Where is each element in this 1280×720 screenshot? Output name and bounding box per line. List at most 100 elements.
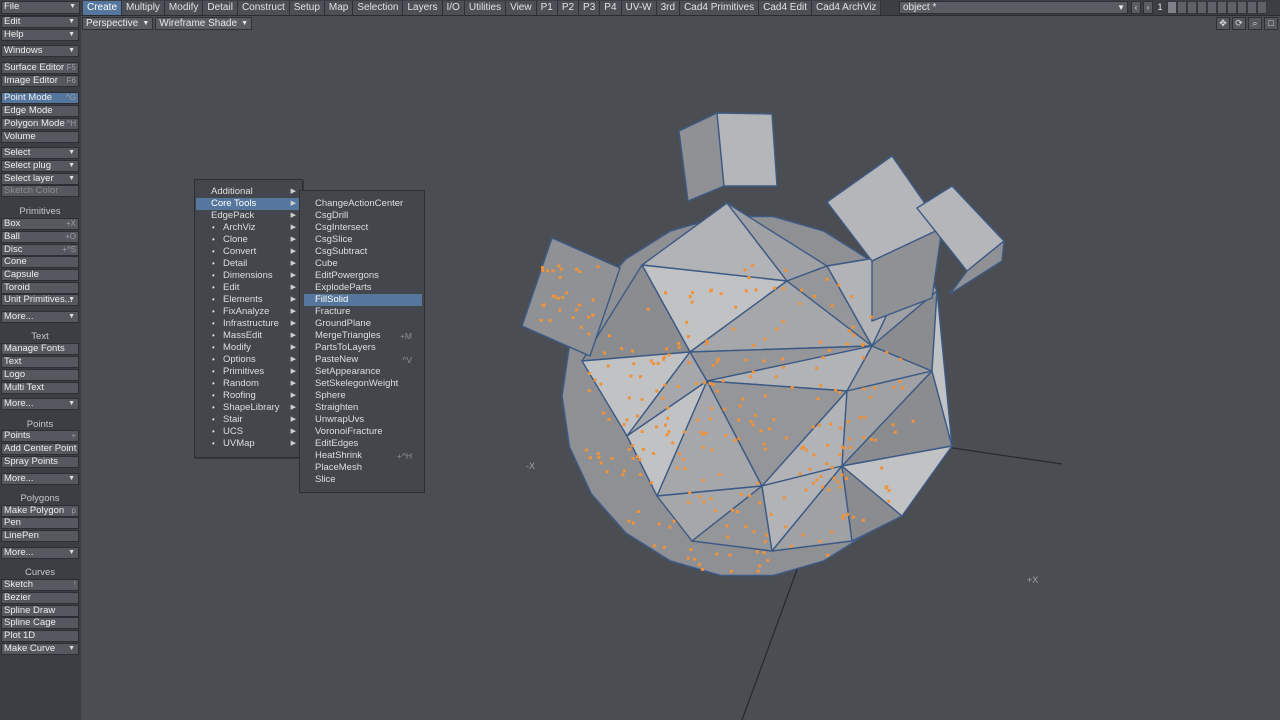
spray-points-button[interactable]: Spray Points [1, 456, 79, 468]
tab-p3[interactable]: P3 [579, 1, 601, 15]
menu-item-uvmap[interactable]: • UVMap ▶ [196, 438, 301, 450]
tab-cad4-archviz[interactable]: Cad4 ArchViz [812, 1, 882, 15]
file-menu-button[interactable]: File ▼ [1, 1, 80, 14]
tab-construct[interactable]: Construct [237, 1, 290, 15]
menu-item-roofing[interactable]: • Roofing ▶ [196, 390, 301, 402]
logo-button[interactable]: Logo [1, 369, 79, 381]
multi-text-button[interactable]: Multi Text [1, 382, 79, 394]
menu-item-modify[interactable]: • Modify ▶ [196, 342, 301, 354]
layer-slot[interactable] [1187, 1, 1197, 14]
menu-item-elements[interactable]: • Elements ▶ [196, 294, 301, 306]
volume-button[interactable]: Volume [1, 131, 79, 143]
menu-item-setappearance[interactable]: SetAppearance [304, 366, 422, 378]
menu-item-groundplane[interactable]: GroundPlane [304, 318, 422, 330]
add-center-point-button[interactable]: Add Center Point [1, 443, 79, 455]
menu-item-csgintersect[interactable]: CsgIntersect [304, 222, 422, 234]
unit-primitives-button[interactable]: Unit Primitives... ▼ [1, 294, 79, 306]
menu-item-straighten[interactable]: Straighten [304, 402, 422, 414]
menu-item-additional[interactable]: Additional ▶ [196, 186, 301, 198]
layer-slot[interactable] [1257, 1, 1267, 14]
menu-item-fillsolid[interactable]: FillSolid [304, 294, 422, 306]
tab-3rd[interactable]: 3rd [656, 1, 681, 15]
layer-slot[interactable] [1177, 1, 1187, 14]
tab-i-o[interactable]: I/O [442, 1, 465, 15]
menu-item-stair[interactable]: • Stair ▶ [196, 414, 301, 426]
manage-fonts-button[interactable]: Manage Fonts [1, 343, 79, 355]
make-curve-button[interactable]: Make Curve ▼ [1, 643, 79, 655]
ball-button[interactable]: Ball +O [1, 231, 79, 243]
menu-item-slice[interactable]: Slice [304, 474, 422, 486]
text-button[interactable]: Text [1, 356, 79, 368]
tab-p1[interactable]: P1 [536, 1, 558, 15]
windows-button[interactable]: Windows ▼ [1, 45, 79, 57]
linepen-button[interactable]: LinePen [1, 530, 79, 542]
points-button[interactable]: Points + [1, 430, 79, 442]
tab-detail[interactable]: Detail [203, 1, 238, 15]
layer-slot[interactable] [1197, 1, 1207, 14]
bezier-button[interactable]: Bezier [1, 592, 79, 604]
maximize-view-icon[interactable]: □ [1264, 17, 1278, 30]
menu-item-ucs[interactable]: • UCS ▶ [196, 426, 301, 438]
more-button[interactable]: More... ▼ [1, 473, 79, 485]
more-button[interactable]: More... ▼ [1, 311, 79, 323]
zoom-view-icon[interactable]: ⌕ [1248, 17, 1262, 30]
layer-slot[interactable] [1237, 1, 1247, 14]
sketch-button[interactable]: Sketch! [1, 579, 79, 591]
menu-item-random[interactable]: • Random ▶ [196, 378, 301, 390]
tab-map[interactable]: Map [324, 1, 354, 15]
select-plug-button[interactable]: Select plug ▼ [1, 160, 79, 172]
menu-item-csgsubtract[interactable]: CsgSubtract [304, 246, 422, 258]
menu-item-heatshrink[interactable]: HeatShrink +^H [304, 450, 422, 462]
layer-slot[interactable] [1227, 1, 1237, 14]
tab-modify[interactable]: Modify [164, 1, 204, 15]
tab-setup[interactable]: Setup [289, 1, 325, 15]
tab-selection[interactable]: Selection [353, 1, 404, 15]
pen-button[interactable]: Pen [1, 517, 79, 529]
object-layer-select[interactable]: object * ▼ [899, 1, 1128, 14]
menu-item-csgslice[interactable]: CsgSlice [304, 234, 422, 246]
shading-mode-select[interactable]: Wireframe Shade ▼ [155, 17, 253, 30]
more-button[interactable]: More... ▼ [1, 398, 79, 410]
tab-p2[interactable]: P2 [557, 1, 580, 15]
tab-uv-w[interactable]: UV-W [621, 1, 657, 15]
menu-item-cube[interactable]: Cube [304, 258, 422, 270]
disc-button[interactable]: Disc +^S [1, 244, 79, 256]
tab-cad4-primitives[interactable]: Cad4 Primitives [680, 1, 760, 15]
menu-item-fracture[interactable]: Fracture [304, 306, 422, 318]
menu-item-changeactioncenter[interactable]: ChangeActionCenter [304, 198, 422, 210]
toroid-button[interactable]: Toroid [1, 282, 79, 294]
tab-p4[interactable]: P4 [600, 1, 622, 15]
layer-slot[interactable] [1247, 1, 1257, 14]
tab-multiply[interactable]: Multiply [122, 1, 165, 15]
spline-cage-button[interactable]: Spline Cage [1, 617, 79, 629]
rotate-view-icon[interactable]: ⟳ [1232, 17, 1246, 30]
menu-item-archviz[interactable]: • ArchViz ▶ [196, 222, 301, 234]
layer-slot[interactable] [1167, 1, 1177, 14]
menu-item-csgdrill[interactable]: CsgDrill [304, 210, 422, 222]
capsule-button[interactable]: Capsule [1, 269, 79, 281]
menu-item-massedit[interactable]: • MassEdit ▶ [196, 330, 301, 342]
menu-item-fixanalyze[interactable]: • FixAnalyze ▶ [196, 306, 301, 318]
menu-item-shapelibrary[interactable]: • ShapeLibrary ▶ [196, 402, 301, 414]
layer-slot[interactable] [1207, 1, 1217, 14]
menu-item-explodeparts[interactable]: ExplodeParts [304, 282, 422, 294]
next-layer-button[interactable]: › [1143, 1, 1153, 14]
menu-item-clone[interactable]: • Clone ▶ [196, 234, 301, 246]
menu-item-partstolayers[interactable]: PartsToLayers [304, 342, 422, 354]
menu-item-edit[interactable]: • Edit ▶ [196, 282, 301, 294]
menu-item-convert[interactable]: • Convert ▶ [196, 246, 301, 258]
sketch-color-button[interactable]: Sketch Color [1, 185, 79, 197]
menu-item-dimensions[interactable]: • Dimensions ▶ [196, 270, 301, 282]
polygon-mode-button[interactable]: Polygon Mode ^H [1, 118, 79, 130]
point-mode-button[interactable]: Point Mode ^G [1, 92, 79, 104]
menu-item-sphere[interactable]: Sphere [304, 390, 422, 402]
make-polygon-button[interactable]: Make Polygon p [1, 505, 79, 517]
menu-item-placemesh[interactable]: PlaceMesh [304, 462, 422, 474]
menu-item-edgepack[interactable]: EdgePack ▶ [196, 210, 301, 222]
select-layer-button[interactable]: Select layer ▼ [1, 173, 79, 185]
menu-item-primitives[interactable]: • Primitives ▶ [196, 366, 301, 378]
prev-layer-button[interactable]: ‹ [1131, 1, 1141, 14]
menu-item-editpowergons[interactable]: EditPowergons [304, 270, 422, 282]
box-button[interactable]: Box +X [1, 218, 79, 230]
move-view-icon[interactable]: ✥ [1216, 17, 1230, 30]
